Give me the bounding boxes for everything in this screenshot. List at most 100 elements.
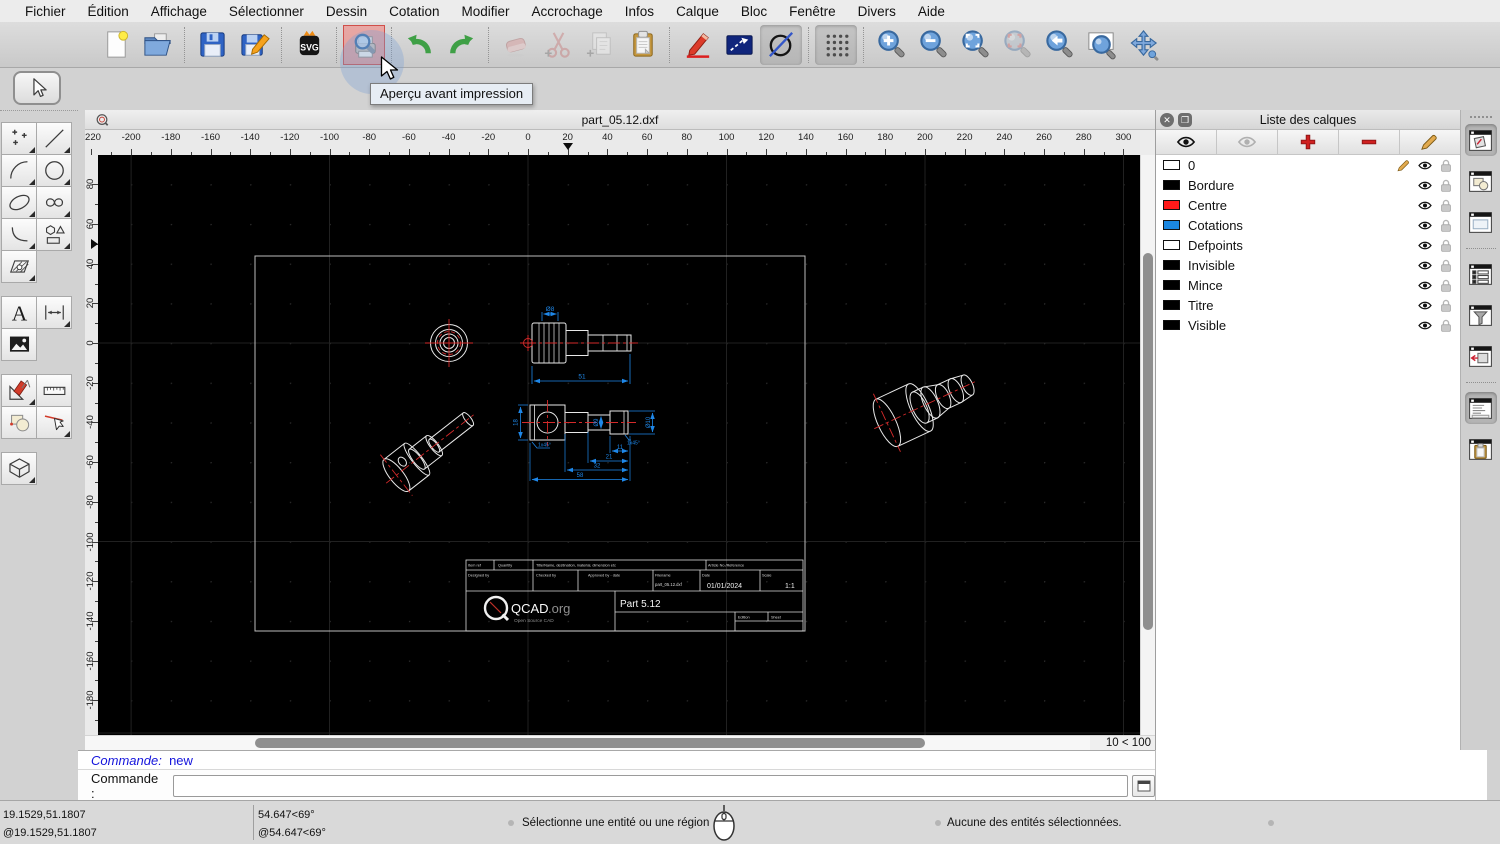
copy-button[interactable] [579,25,621,65]
shape-tools[interactable] [36,218,72,251]
print-preview-button[interactable] [343,25,385,65]
layer-lock-icon[interactable] [1438,238,1454,253]
dock-grip[interactable] [1470,116,1492,118]
v-scrollbar[interactable] [1140,155,1155,735]
layer-row-invisible[interactable]: Invisible [1156,255,1460,275]
menu-calque[interactable]: Calque [665,4,730,19]
image-tool[interactable] [1,328,37,361]
layer-visibility-eye-icon[interactable] [1417,218,1433,233]
menu-accrochage[interactable]: Accrochage [520,4,613,19]
command-input[interactable] [173,775,1128,797]
menu-fenetre[interactable]: Fenêtre [778,4,847,19]
menu-bloc[interactable]: Bloc [730,4,778,19]
layer-lock-icon[interactable] [1438,318,1454,333]
select-tools[interactable] [36,406,72,439]
drawing-canvas[interactable]: Ø8 51 [98,155,1140,735]
ellipse-tools[interactable] [1,186,37,219]
zoom-previous-button[interactable] [1038,25,1080,65]
lineweight-button[interactable] [718,25,760,65]
layer-lock-icon[interactable] [1438,298,1454,313]
cut-button[interactable] [537,25,579,65]
edit-layer-button[interactable] [1400,130,1460,154]
dimension-tools[interactable] [36,296,72,329]
redo-button[interactable] [440,25,482,65]
layer-row-0[interactable]: 0 [1156,155,1460,175]
layer-row-visible[interactable]: Visible [1156,315,1460,335]
layer-visibility-eye-icon[interactable] [1417,278,1433,293]
menu-modifier[interactable]: Modifier [450,4,520,19]
save-as-button[interactable] [233,25,275,65]
arc-tools[interactable] [1,154,37,187]
layer-lock-icon[interactable] [1438,218,1454,233]
menu-edition[interactable]: Édition [77,4,140,19]
block-list-dock-button[interactable] [1465,165,1497,197]
undo-button[interactable] [398,25,440,65]
modify-tools[interactable] [1,374,37,407]
zoom-selection-button[interactable] [996,25,1038,65]
viewport-dock-button[interactable] [1465,340,1497,372]
menu-aide[interactable]: Aide [907,4,956,19]
hide-all-layers-button[interactable] [1217,130,1278,154]
float-icon[interactable] [1178,113,1192,127]
zoom-out-button[interactable] [912,25,954,65]
erase-button[interactable] [495,25,537,65]
circle-tools[interactable] [36,154,72,187]
close-icon[interactable] [1160,113,1174,127]
remove-layer-button[interactable] [1339,130,1400,154]
layer-row-centre[interactable]: Centre [1156,195,1460,215]
menu-affichage[interactable]: Affichage [140,4,218,19]
property-editor-dock-button[interactable] [1465,258,1497,290]
library-browser-dock-button[interactable] [1465,206,1497,238]
layer-visibility-eye-icon[interactable] [1417,178,1433,193]
show-all-layers-button[interactable] [1156,130,1217,154]
h-scrollbar-thumb[interactable] [255,738,925,748]
layer-visibility-eye-icon[interactable] [1417,158,1433,173]
new-file-button[interactable] [94,25,136,65]
selection-filter-dock-button[interactable] [1465,299,1497,331]
v-scrollbar-thumb[interactable] [1143,253,1153,630]
grid-toggle-button[interactable] [815,25,857,65]
construction-mode-button[interactable] [760,25,802,65]
command-options-button[interactable] [1132,775,1155,797]
layer-visibility-eye-icon[interactable] [1417,258,1433,273]
hatch-tool[interactable] [1,250,37,283]
spline-tools[interactable] [36,186,72,219]
zoom-auto-button[interactable] [954,25,996,65]
clipboard-dock-button[interactable] [1465,433,1497,465]
layer-lock-icon[interactable] [1438,158,1454,173]
layer-row-cotations[interactable]: Cotations [1156,215,1460,235]
layer-row-bordure[interactable]: Bordure [1156,175,1460,195]
layer-visibility-eye-icon[interactable] [1417,198,1433,213]
solid-tools[interactable] [1,452,37,485]
menu-infos[interactable]: Infos [614,4,665,19]
paste-button[interactable] [621,25,663,65]
selection-tool-button[interactable] [13,71,61,105]
layer-visibility-eye-icon[interactable] [1417,238,1433,253]
pan-button[interactable] [1122,25,1164,65]
zoom-window-button[interactable] [1080,25,1122,65]
layer-lock-icon[interactable] [1438,198,1454,213]
command-line-dock-button[interactable] [1465,392,1497,424]
layer-visibility-eye-icon[interactable] [1417,298,1433,313]
export-svg-button[interactable]: SVG [288,25,330,65]
edit-tools[interactable] [1,406,37,439]
add-layer-button[interactable] [1278,130,1339,154]
menu-fichier[interactable]: Fichier [14,4,77,19]
save-button[interactable] [191,25,233,65]
menu-dessin[interactable]: Dessin [315,4,378,19]
layer-visibility-eye-icon[interactable] [1417,318,1433,333]
layer-lock-icon[interactable] [1438,258,1454,273]
layer-list-dock-button[interactable] [1465,124,1497,156]
polyline-tools[interactable] [1,218,37,251]
menu-selectionner[interactable]: Sélectionner [218,4,315,19]
menu-divers[interactable]: Divers [847,4,907,19]
point-tools[interactable] [1,122,37,155]
menu-cotation[interactable]: Cotation [378,4,450,19]
h-scrollbar[interactable] [85,735,1090,750]
drawing-window-titlebar[interactable]: part_05.12.dxf [85,110,1155,130]
layer-row-titre[interactable]: Titre [1156,295,1460,315]
layer-row-mince[interactable]: Mince [1156,275,1460,295]
layer-lock-icon[interactable] [1438,278,1454,293]
zoom-in-button[interactable] [870,25,912,65]
line-tools[interactable] [36,122,72,155]
